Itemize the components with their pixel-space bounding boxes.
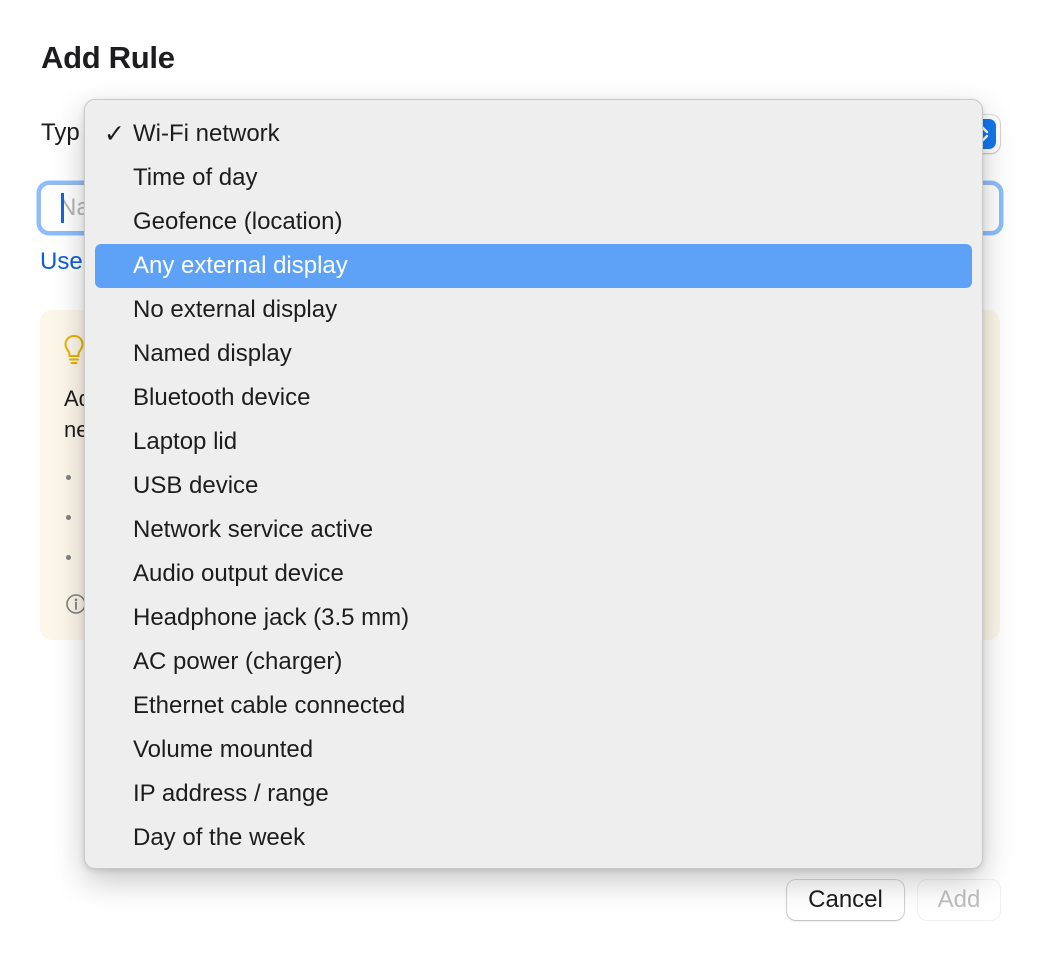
menu-item-ip-address-range[interactable]: IP address / range [95, 772, 972, 816]
cancel-button[interactable]: Cancel [787, 880, 904, 920]
add-rule-sheet: Add Rule Typ Use Ad ne Cancel Add ✓ [0, 0, 1040, 960]
type-label: Typ [41, 119, 80, 146]
text-caret [61, 193, 64, 223]
tip-bullet [66, 475, 71, 480]
add-button[interactable]: Add [918, 880, 1000, 920]
menu-item-no-external-display[interactable]: No external display [95, 288, 972, 332]
menu-item-network-service-active[interactable]: Network service active [95, 508, 972, 552]
use-link[interactable]: Use [40, 248, 83, 276]
menu-item-time-of-day[interactable]: Time of day [95, 156, 972, 200]
menu-item-usb-device[interactable]: USB device [95, 464, 972, 508]
menu-item-wifi-network[interactable]: ✓ Wi-Fi network [95, 112, 972, 156]
dialog-title: Add Rule [41, 40, 175, 75]
menu-item-volume-mounted[interactable]: Volume mounted [95, 728, 972, 772]
checkmark-icon: ✓ [104, 120, 125, 148]
menu-item-ac-power[interactable]: AC power (charger) [95, 640, 972, 684]
lightbulb-icon [64, 334, 84, 371]
menu-item-named-display[interactable]: Named display [95, 332, 972, 376]
menu-item-bluetooth-device[interactable]: Bluetooth device [95, 376, 972, 420]
menu-item-audio-output-device[interactable]: Audio output device [95, 552, 972, 596]
menu-item-any-external-display[interactable]: Any external display [95, 244, 972, 288]
menu-item-headphone-jack[interactable]: Headphone jack (3.5 mm) [95, 596, 972, 640]
menu-item-day-of-the-week[interactable]: Day of the week [95, 816, 972, 860]
menu-item-ethernet-cable[interactable]: Ethernet cable connected [95, 684, 972, 728]
tip-bullet [66, 555, 71, 560]
tip-bullet [66, 515, 71, 520]
type-dropdown-menu: ✓ Wi-Fi network Time of day Geofence (loc… [84, 99, 983, 869]
menu-item-laptop-lid[interactable]: Laptop lid [95, 420, 972, 464]
menu-item-geofence[interactable]: Geofence (location) [95, 200, 972, 244]
